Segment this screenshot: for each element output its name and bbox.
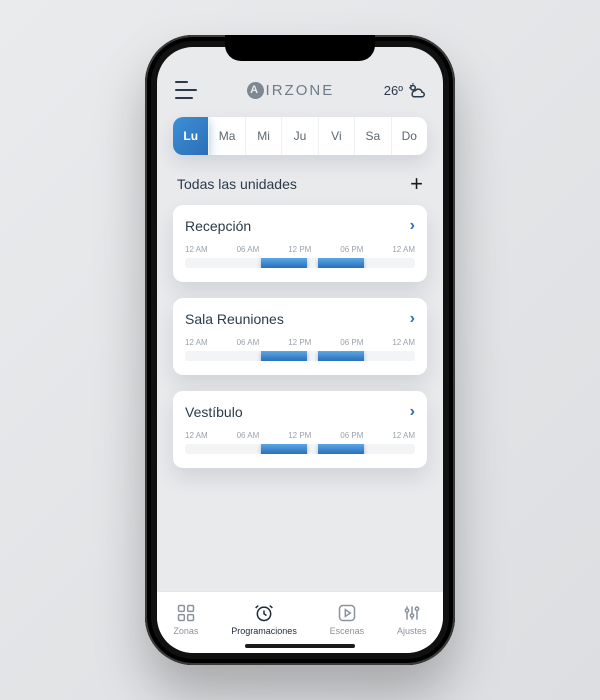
alarm-icon (254, 603, 274, 623)
chevron-right-icon[interactable]: › (410, 310, 415, 328)
schedule-segment (261, 351, 307, 361)
schedule-segment (261, 444, 307, 454)
schedule-segment (318, 351, 364, 361)
time-labels: 12 AM06 AM12 PM06 PM12 AM (185, 431, 415, 440)
tab-label: Escenas (330, 626, 365, 636)
sliders-icon (402, 603, 422, 623)
play-icon (337, 603, 357, 623)
schedule-segment (318, 258, 364, 268)
day-lu[interactable]: Lu (173, 117, 209, 155)
tab-label: Ajustes (397, 626, 427, 636)
section-title: Todas las unidades (177, 176, 297, 192)
tab-escenas[interactable]: Escenas (330, 603, 365, 636)
weather-icon (407, 81, 425, 99)
brand-text: IRZONE (266, 82, 335, 99)
home-indicator (245, 644, 355, 648)
menu-icon[interactable] (175, 81, 197, 99)
weather-temp: 26º (384, 83, 403, 98)
unit-name: Sala Reuniones (185, 311, 284, 327)
schedule-track (185, 258, 415, 268)
weather-widget[interactable]: 26º (384, 81, 425, 99)
tab-programaciones[interactable]: Programaciones (231, 603, 297, 636)
brand-mark: A (247, 82, 264, 99)
unit-name: Vestíbulo (185, 404, 243, 420)
schedule-track (185, 444, 415, 454)
tab-zonas[interactable]: Zonas (173, 603, 198, 636)
day-sa[interactable]: Sa (355, 117, 391, 155)
phone-frame: A IRZONE 26º LuMaMiJuViSaDo Todas las un… (145, 35, 455, 665)
tab-ajustes[interactable]: Ajustes (397, 603, 427, 636)
section-header: Todas las unidades + (173, 173, 427, 205)
schedule-segment (318, 444, 364, 454)
unit-card[interactable]: Vestíbulo › 12 AM06 AM12 PM06 PM12 AM (173, 391, 427, 468)
time-labels: 12 AM06 AM12 PM06 PM12 AM (185, 338, 415, 347)
screen: A IRZONE 26º LuMaMiJuViSaDo Todas las un… (157, 47, 443, 653)
tab-label: Programaciones (231, 626, 297, 636)
unit-card[interactable]: Sala Reuniones › 12 AM06 AM12 PM06 PM12 AM (173, 298, 427, 375)
tab-label: Zonas (173, 626, 198, 636)
day-do[interactable]: Do (392, 117, 427, 155)
chevron-right-icon[interactable]: › (410, 217, 415, 235)
schedule-segment (261, 258, 307, 268)
units-list: Recepción›12 AM06 AM12 PM06 PM12 AMSala … (173, 205, 427, 468)
day-mi[interactable]: Mi (246, 117, 282, 155)
add-unit-button[interactable]: + (410, 173, 423, 195)
day-vi[interactable]: Vi (319, 117, 355, 155)
content: LuMaMiJuViSaDo Todas las unidades + Rece… (157, 109, 443, 591)
unit-card[interactable]: Recepción › 12 AM06 AM12 PM06 PM12 AM (173, 205, 427, 282)
time-labels: 12 AM06 AM12 PM06 PM12 AM (185, 245, 415, 254)
day-ma[interactable]: Ma (209, 117, 245, 155)
day-selector: LuMaMiJuViSaDo (173, 117, 427, 155)
notch (225, 35, 375, 61)
grid-icon (176, 603, 196, 623)
brand-logo: A IRZONE (247, 82, 335, 99)
schedule-track (185, 351, 415, 361)
unit-name: Recepción (185, 218, 251, 234)
chevron-right-icon[interactable]: › (410, 403, 415, 421)
day-ju[interactable]: Ju (282, 117, 318, 155)
